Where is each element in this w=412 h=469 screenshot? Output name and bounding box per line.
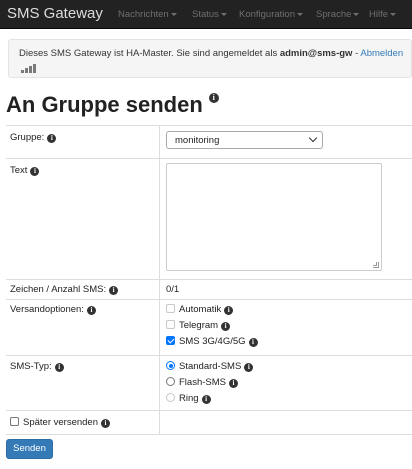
checkbox[interactable] (166, 304, 175, 313)
option-automatic[interactable]: Automatik i (166, 304, 234, 315)
username: admin@sms-gw (279, 48, 353, 59)
chevron-down-icon (308, 133, 318, 143)
nav-item-help[interactable]: Hilfe (369, 9, 397, 20)
shipping-options-row: Versandoptionen: i Automatik i Telegram i S… (6, 300, 412, 356)
char-count-value: 0/1 (166, 284, 180, 295)
top-navbar: SMS Gateway Nachrichten Status Konfigura… (0, 0, 412, 29)
info-icon[interactable]: i (101, 419, 110, 428)
page-title: An Gruppe senden i (6, 92, 219, 118)
option-sms[interactable]: SMS 3G/4G/5G i (166, 336, 258, 347)
nav-item-status[interactable]: Status (192, 9, 227, 20)
signal-strength-icon (21, 64, 41, 73)
sms-type-row: SMS-Typ: i Standard-SMS i Flash-SMS i Ring i (6, 356, 412, 411)
radio-disabled (166, 393, 175, 402)
radio-selected[interactable] (166, 361, 175, 370)
info-icon[interactable]: i (201, 395, 211, 404)
nav-item-language[interactable]: Sprache (316, 9, 360, 20)
sms-type-standard[interactable]: Standard-SMS i (166, 361, 254, 372)
logout-link[interactable]: Abmelden (360, 48, 403, 59)
shipping-options-label: Versandoptionen: i (10, 304, 96, 315)
info-icon[interactable]: i (228, 379, 238, 388)
info-icon[interactable]: i (54, 363, 64, 372)
nav-item-configuration[interactable]: Konfiguration (239, 9, 303, 20)
send-form: Gruppe: i monitoring Text i Zeichen / Anza… (6, 125, 412, 435)
info-icon[interactable]: i (30, 167, 40, 176)
text-row: Text i (6, 159, 412, 280)
text-label: Text i (10, 165, 40, 176)
sms-type-label: SMS-Typ: i (10, 361, 64, 372)
resize-handle[interactable] (373, 262, 379, 268)
checkbox-checked[interactable] (166, 336, 175, 345)
sms-type-flash[interactable]: Flash-SMS i (166, 377, 238, 388)
chevron-down-icon (296, 13, 303, 16)
sms-type-ring: Ring i (166, 393, 211, 404)
group-label: Gruppe: i (10, 132, 57, 143)
brand-logo[interactable]: SMS Gateway (7, 5, 103, 22)
message-textarea[interactable] (166, 163, 382, 271)
info-icon[interactable]: i (208, 93, 219, 103)
send-later-option[interactable]: Später versenden i (10, 417, 110, 428)
char-count-row: Zeichen / Anzahl SMS: i 0/1 (6, 280, 412, 300)
nav-item-messages[interactable]: Nachrichten (118, 9, 177, 20)
send-later-row: Später versenden i (6, 411, 412, 435)
option-telegram[interactable]: Telegram i (166, 320, 231, 331)
checkbox[interactable] (166, 320, 175, 329)
radio[interactable] (166, 377, 175, 386)
group-select[interactable]: monitoring (166, 131, 323, 149)
info-icon[interactable]: i (248, 338, 258, 347)
char-count-label: Zeichen / Anzahl SMS: i (10, 284, 119, 295)
info-icon[interactable]: i (109, 286, 119, 295)
checkbox[interactable] (10, 417, 19, 426)
chevron-down-icon (220, 13, 227, 16)
status-alert: Dieses SMS Gateway ist HA-Master. Sie si… (8, 39, 412, 78)
info-icon[interactable]: i (221, 322, 231, 331)
info-icon[interactable]: i (47, 134, 57, 143)
chevron-down-icon (390, 13, 397, 16)
info-icon[interactable]: i (86, 306, 96, 315)
info-icon[interactable]: i (224, 306, 234, 315)
info-icon[interactable]: i (244, 363, 254, 372)
group-row: Gruppe: i monitoring (6, 126, 412, 159)
chevron-down-icon (353, 13, 360, 16)
send-button[interactable]: Senden (6, 439, 53, 459)
login-info: Dieses SMS Gateway ist HA-Master. Sie si… (19, 48, 404, 59)
chevron-down-icon (170, 13, 177, 16)
